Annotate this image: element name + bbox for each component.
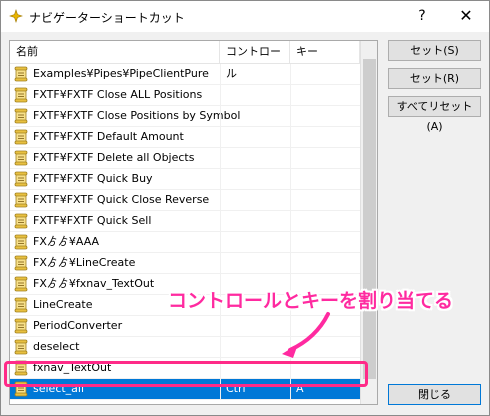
row-name: FXTF¥FXTF Close Positions by Symbol: [33, 109, 241, 122]
close-button[interactable]: 閉じる: [388, 384, 481, 405]
table-row[interactable]: FXTF¥FXTF Quick Sell: [10, 211, 360, 232]
set-r-button[interactable]: セット(R): [388, 68, 481, 89]
row-name: FXTF¥FXTF Delete all Objects: [33, 151, 195, 164]
script-scroll-icon: [14, 297, 28, 313]
annotation-arrow-icon: [282, 312, 330, 358]
table-row[interactable]: FXTF¥FXTF Quick Buy: [10, 169, 360, 190]
table-row[interactable]: FXTF¥FXTF Close Positions by Symbol: [10, 106, 360, 127]
script-scroll-icon: [14, 255, 28, 271]
help-button[interactable]: ?: [403, 3, 441, 29]
script-scroll-icon: [14, 129, 28, 145]
scrollbar-thumb[interactable]: [363, 59, 376, 379]
script-scroll-icon: [14, 213, 28, 229]
annotation-label: コントロールとキーを割り当てる: [168, 290, 454, 312]
row-name: Examples¥Pipes¥PipeClientPure: [33, 67, 209, 80]
title-bar: ナビゲーターショートカット ? ✕: [1, 1, 489, 32]
script-scroll-icon: [14, 276, 28, 292]
row-name: LineCreate: [33, 298, 93, 311]
row-name: PeriodConverter: [33, 319, 123, 332]
script-scroll-icon: [14, 318, 28, 334]
list-header: 名前 コントロール キー: [10, 41, 360, 80]
set-s-button[interactable]: セット(S): [388, 40, 481, 61]
script-scroll-icon: [14, 234, 28, 250]
table-row[interactable]: FXTF¥FXTF Quick Close Reverse: [10, 190, 360, 211]
vertical-scrollbar[interactable]: [360, 41, 377, 404]
row-name: FXゟゟ¥AAA: [33, 235, 100, 248]
script-scroll-icon: [14, 339, 28, 355]
row-name: FXTF¥FXTF Close ALL Positions: [33, 88, 203, 101]
navigator-icon: [9, 9, 23, 23]
script-scroll-icon: [14, 108, 28, 124]
script-scroll-icon: [14, 66, 28, 82]
column-header-name[interactable]: 名前: [10, 41, 220, 63]
column-header-key[interactable]: キー: [290, 41, 360, 63]
close-icon[interactable]: ✕: [447, 3, 485, 29]
selection-highlight-annotation: [4, 361, 368, 387]
window-title: ナビゲーターショートカット: [29, 11, 185, 25]
table-row[interactable]: FXTF¥FXTF Close ALL Positions: [10, 85, 360, 106]
script-scroll-icon: [14, 192, 28, 208]
script-scroll-icon: [14, 150, 28, 166]
row-name: FXTF¥FXTF Quick Buy: [33, 172, 153, 185]
table-row[interactable]: Examples¥Pipes¥PipeClientPure: [10, 64, 360, 85]
table-row[interactable]: FXゟゟ¥AAA: [10, 232, 360, 253]
row-name: FXTF¥FXTF Quick Sell: [33, 214, 152, 227]
table-row[interactable]: FXゟゟ¥LineCreate: [10, 253, 360, 274]
row-name: deselect: [33, 340, 80, 353]
table-row[interactable]: FXTF¥FXTF Default Amount: [10, 127, 360, 148]
script-scroll-icon: [14, 87, 28, 103]
column-header-control[interactable]: コントロール: [220, 41, 290, 80]
navigator-shortcut-dialog: ナビゲーターショートカット ? ✕ 名前 コントロール キー Examples¥…: [0, 0, 490, 416]
row-name: FXゟゟ¥LineCreate: [33, 256, 136, 269]
table-row[interactable]: FXTF¥FXTF Delete all Objects: [10, 148, 360, 169]
reset-all-button[interactable]: すべてリセット(A): [388, 96, 481, 133]
row-name: FXTF¥FXTF Quick Close Reverse: [33, 193, 210, 206]
row-name: FXTF¥FXTF Default Amount: [33, 130, 184, 143]
row-name: FXゟゟ¥fxnav_TextOut: [33, 277, 155, 290]
script-scroll-icon: [14, 171, 28, 187]
